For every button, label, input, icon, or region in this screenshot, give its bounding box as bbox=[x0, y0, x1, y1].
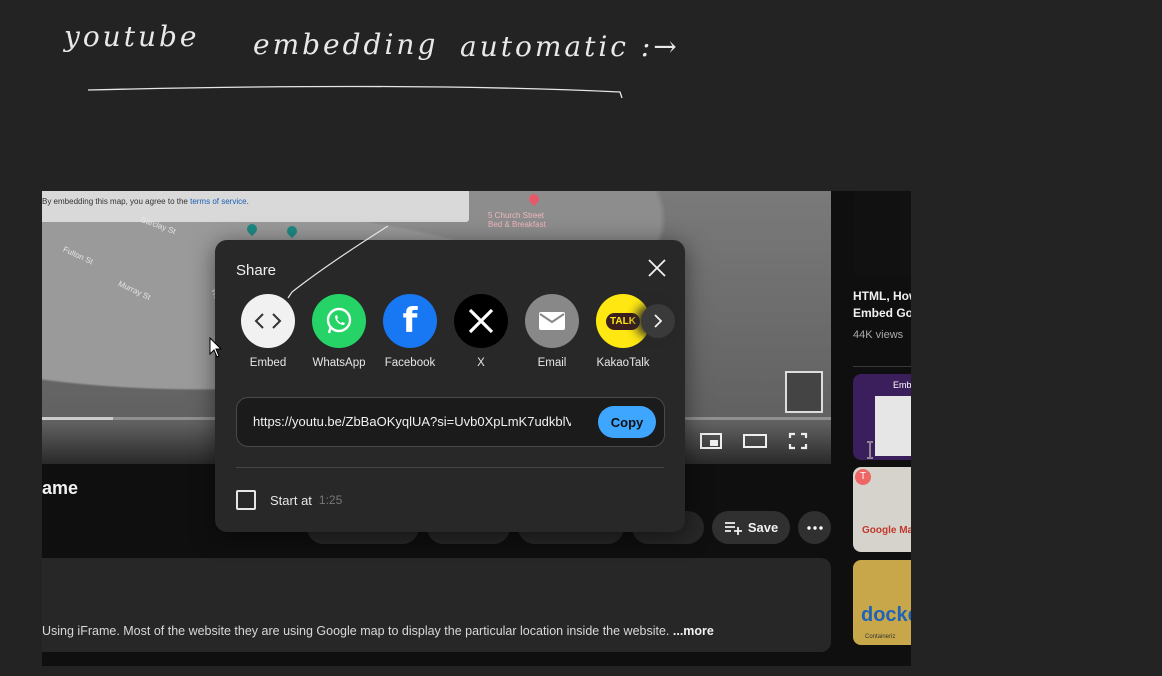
next-targets-button[interactable] bbox=[641, 304, 675, 338]
save-button[interactable]: Save bbox=[712, 511, 790, 544]
thumbnail-map-preview bbox=[875, 396, 911, 456]
share-target-label: X bbox=[477, 357, 485, 369]
share-target-label: Facebook bbox=[384, 357, 436, 369]
thumbnail-text: Embed bbox=[893, 380, 911, 390]
whatsapp-icon bbox=[326, 307, 352, 334]
x-icon bbox=[468, 308, 494, 334]
share-target-x[interactable]: X bbox=[451, 294, 511, 369]
recommendation-thumbnail[interactable]: T Google Ma bbox=[853, 467, 911, 552]
share-dialog-title: Share bbox=[236, 262, 277, 279]
embed-code-icon bbox=[254, 313, 282, 329]
recommendation-thumbnail[interactable]: docke Containeriz bbox=[853, 560, 911, 645]
description-text: Using iFrame. Most of the website they a… bbox=[42, 624, 714, 638]
email-icon bbox=[539, 312, 565, 330]
handwritten-word-automatic: automatic :→ bbox=[460, 30, 680, 63]
close-icon[interactable] bbox=[646, 257, 668, 279]
fullscreen-icon[interactable] bbox=[788, 432, 810, 450]
start-at-row: Start at 1:25 bbox=[236, 490, 342, 510]
thumbnail-text: Google Ma bbox=[862, 525, 911, 536]
text-cursor-icon bbox=[867, 441, 873, 459]
terms-of-service-link[interactable]: terms of service bbox=[190, 197, 246, 206]
handwritten-word-embedding: embedding bbox=[253, 28, 439, 61]
description-box[interactable]: Using iFrame. Most of the website they a… bbox=[42, 558, 831, 652]
share-target-label: KakaoTalk bbox=[596, 357, 650, 369]
start-at-time[interactable]: 1:25 bbox=[319, 493, 342, 507]
progress-played bbox=[42, 417, 113, 420]
recommendation-views: 44K views bbox=[853, 329, 904, 341]
share-target-email[interactable]: Email bbox=[522, 294, 582, 369]
share-url-field[interactable]: https://youtu.be/ZbBaOKyqlUA?si=Uvb0XpLm… bbox=[236, 397, 665, 447]
add-to-playlist-icon bbox=[724, 521, 742, 535]
mouse-pointer-icon bbox=[209, 337, 223, 358]
map-notice-text: By embedding this map, you agree to the bbox=[42, 197, 191, 206]
copy-button[interactable]: Copy bbox=[598, 406, 656, 438]
share-divider bbox=[236, 467, 664, 468]
save-label: Save bbox=[747, 520, 779, 535]
map-notice-end: . bbox=[246, 197, 249, 206]
facebook-icon: f bbox=[402, 301, 418, 341]
share-target-whatsapp[interactable]: WhatsApp bbox=[309, 294, 369, 369]
map-thumbnail-overlay bbox=[785, 371, 823, 413]
start-at-label: Start at bbox=[270, 492, 312, 508]
more-horizontal-icon bbox=[806, 525, 823, 530]
share-target-facebook[interactable]: f Facebook bbox=[380, 294, 440, 369]
recommendation-title[interactable]: HTML, How to Embed Go bbox=[853, 288, 911, 322]
recommendation-thumbnail[interactable]: Embed bbox=[853, 374, 911, 460]
share-target-label: Email bbox=[537, 357, 567, 369]
map-place-label: 5 Church Street Bed & Breakfast bbox=[488, 211, 546, 229]
share-target-label: Embed bbox=[249, 357, 287, 369]
thumbnail-logo: T bbox=[855, 469, 871, 485]
theater-mode-icon[interactable] bbox=[743, 432, 767, 450]
share-target-label: WhatsApp bbox=[312, 357, 366, 369]
recommendation-thumbnail[interactable] bbox=[853, 191, 911, 277]
thumbnail-text: Containeriz bbox=[865, 634, 896, 640]
thumbnail-docker-logo: docke bbox=[861, 604, 911, 626]
recommendations-sidebar: HTML, How to Embed Go 44K views Embed T … bbox=[853, 191, 911, 666]
kakaotalk-icon: TALK bbox=[606, 312, 640, 330]
share-url-text[interactable]: https://youtu.be/ZbBaOKyqlUA?si=Uvb0XpLm… bbox=[253, 414, 571, 429]
share-dialog: Share Embed WhatsApp f Facebook X Email … bbox=[215, 240, 685, 532]
more-actions-button[interactable] bbox=[798, 511, 831, 544]
sidebar-divider bbox=[853, 366, 911, 367]
start-at-checkbox[interactable] bbox=[236, 490, 256, 510]
chevron-right-icon bbox=[654, 314, 663, 328]
video-title: ame bbox=[42, 478, 79, 498]
description-body: Using iFrame. Most of the website they a… bbox=[42, 624, 670, 638]
more-link[interactable]: ...more bbox=[673, 624, 714, 638]
share-target-embed[interactable]: Embed bbox=[238, 294, 298, 369]
miniplayer-icon[interactable] bbox=[700, 432, 722, 450]
handwritten-word-youtube: youtube bbox=[64, 20, 200, 53]
map-terms-notice: By embedding this map, you agree to the … bbox=[42, 191, 469, 222]
